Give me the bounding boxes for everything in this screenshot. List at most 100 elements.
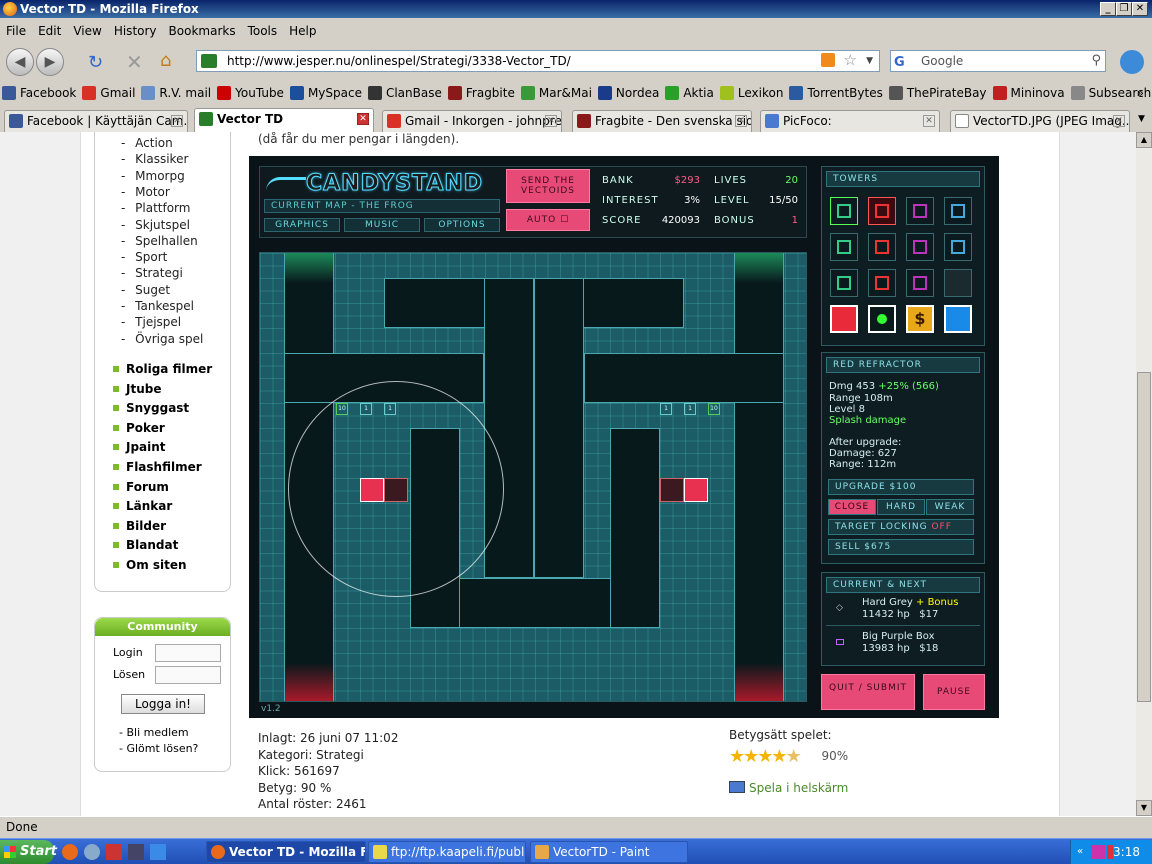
hard-target-button[interactable]: HARD	[877, 499, 925, 515]
star-icon[interactable]: ★	[743, 746, 759, 767]
quicklaunch-icon[interactable]	[106, 844, 122, 860]
close-tab-icon[interactable]: ✕	[357, 113, 369, 125]
bookmark-r-v-mail[interactable]: R.V. mail	[139, 82, 215, 104]
bookmark-myspace[interactable]: MySpace	[288, 82, 366, 104]
tower-button[interactable]	[906, 197, 934, 225]
close-target-button[interactable]: CLOSE	[828, 499, 876, 515]
blue-tower[interactable]: 1	[660, 403, 672, 415]
tower-button[interactable]	[868, 233, 896, 261]
subcategory-link[interactable]: - Motor	[121, 185, 170, 199]
bookmark-mininova[interactable]: Mininova	[991, 82, 1069, 104]
tab-vectortd-jpg[interactable]: VectorTD.JPG (JPEG Imag... ✕	[950, 110, 1130, 132]
close-tab-icon[interactable]: ✕	[923, 115, 935, 127]
auto-button[interactable]: AUTO ☐	[506, 209, 590, 231]
close-tab-icon[interactable]: ✕	[1113, 115, 1125, 127]
tower-button[interactable]	[944, 233, 972, 261]
bookmark-mar-mai[interactable]: Mar&Mai	[519, 82, 596, 104]
music-button[interactable]: MUSIC	[344, 218, 420, 232]
bookmarks-overflow-icon[interactable]: »	[1137, 82, 1144, 104]
bookmark-lexikon[interactable]: Lexikon	[718, 82, 788, 104]
password-input[interactable]	[155, 666, 221, 684]
subcategory-link[interactable]: - Övriga spel	[121, 332, 203, 346]
star-icon[interactable]: ★	[771, 746, 787, 767]
bookmark-facebook[interactable]: Facebook	[0, 82, 80, 104]
red-refractor-tower-selected[interactable]	[360, 478, 384, 502]
page-scrollbar[interactable]: ▲ ▼	[1136, 132, 1152, 816]
tab-vector-td[interactable]: Vector TD ✕	[194, 108, 374, 132]
bonus-tower-button[interactable]: $	[906, 305, 934, 333]
subcategory-link[interactable]: - Action	[121, 136, 173, 150]
subcategory-link[interactable]: - Suget	[121, 283, 170, 297]
url-dropdown-icon[interactable]: ▼	[866, 51, 873, 71]
subcategory-link[interactable]: - Tjejspel	[121, 315, 181, 329]
bookmark-gmail[interactable]: Gmail	[80, 82, 139, 104]
minimize-button[interactable]: _	[1100, 2, 1116, 16]
subcategory-link[interactable]: - Klassiker	[121, 152, 188, 166]
category-link[interactable]: Flashfilmer	[113, 460, 202, 474]
maximize-button[interactable]: ❐	[1116, 2, 1132, 16]
bookmark-torrentbytes[interactable]: TorrentBytes	[787, 82, 886, 104]
menu-tools[interactable]: Tools	[242, 20, 284, 42]
weak-target-button[interactable]: WEAK	[926, 499, 974, 515]
forward-button[interactable]: ▶	[36, 48, 64, 76]
category-link[interactable]: Snyggast	[113, 401, 189, 415]
tower-button[interactable]	[868, 197, 896, 225]
tower-button[interactable]	[944, 197, 972, 225]
login-input[interactable]	[155, 644, 221, 662]
half-star-icon[interactable]: ★	[786, 746, 802, 767]
reload-icon[interactable]: ↻	[88, 52, 103, 73]
bookmark-thepiratebay[interactable]: ThePirateBay	[887, 82, 991, 104]
start-button[interactable]: Start	[0, 840, 57, 864]
category-link[interactable]: Bilder	[113, 519, 166, 533]
subcategory-link[interactable]: - Mmorpg	[121, 169, 185, 183]
category-link[interactable]: Om siten	[113, 558, 187, 572]
tower-button[interactable]	[868, 269, 896, 297]
tower-button[interactable]	[906, 233, 934, 261]
rss-icon[interactable]	[821, 53, 835, 67]
menu-history[interactable]: History	[108, 20, 163, 42]
blue-tower-button[interactable]	[944, 305, 972, 333]
close-window-button[interactable]: ✕	[1132, 2, 1148, 16]
target-locking-button[interactable]: TARGET LOCKING OFF	[828, 519, 974, 535]
login-button[interactable]: Logga in!	[121, 694, 205, 714]
tab-facebook[interactable]: Facebook | Käyttäjän Cam... ✕	[4, 110, 188, 132]
category-link[interactable]: Länkar	[113, 499, 172, 513]
scroll-thumb[interactable]	[1137, 372, 1151, 702]
menu-view[interactable]: View	[67, 20, 107, 42]
menu-edit[interactable]: Edit	[32, 20, 67, 42]
quicklaunch-icon[interactable]	[84, 844, 100, 860]
taskbar-paint[interactable]: VectorTD - Paint	[530, 841, 688, 863]
search-input[interactable]: G Google ⚲	[890, 50, 1106, 72]
quicklaunch-icon[interactable]	[150, 844, 166, 860]
bookmark-youtube[interactable]: YouTube	[215, 82, 288, 104]
category-link[interactable]: Forum	[113, 480, 169, 494]
upgrade-button[interactable]: UPGRADE $100	[828, 479, 974, 495]
bookmark-nordea[interactable]: Nordea	[596, 82, 663, 104]
red-refractor-tower[interactable]	[684, 478, 708, 502]
blue-tower[interactable]: 1	[684, 403, 696, 415]
red-tower[interactable]	[384, 478, 408, 502]
options-button[interactable]: OPTIONS	[424, 218, 500, 232]
subcategory-link[interactable]: - Spelhallen	[121, 234, 198, 248]
tray-icon[interactable]	[1091, 845, 1105, 859]
close-tab-icon[interactable]: ✕	[735, 115, 747, 127]
subcategory-link[interactable]: - Strategi	[121, 266, 183, 280]
category-link[interactable]: Roliga filmer	[113, 362, 212, 376]
taskbar-ftp[interactable]: ftp://ftp.kaapeli.fi/public...	[368, 841, 526, 863]
scroll-down-icon[interactable]: ▼	[1136, 800, 1152, 816]
bookmark-fragbite[interactable]: Fragbite	[446, 82, 519, 104]
category-link[interactable]: Jpaint	[113, 440, 166, 454]
star-icon[interactable]: ★	[729, 746, 745, 767]
menu-help[interactable]: Help	[283, 20, 322, 42]
register-link[interactable]: - Bli medlem	[119, 726, 189, 739]
menu-bookmarks[interactable]: Bookmarks	[163, 20, 242, 42]
game-map[interactable]: 10 1 1 1 1 10	[259, 252, 807, 702]
scroll-up-icon[interactable]: ▲	[1136, 132, 1152, 148]
red-refractor-tower-button[interactable]	[830, 305, 858, 333]
category-link[interactable]: Jtube	[113, 382, 161, 396]
red-tower[interactable]	[660, 478, 684, 502]
sell-button[interactable]: SELL $675	[828, 539, 974, 555]
green-tower[interactable]: 10	[336, 403, 348, 415]
search-icon[interactable]: ⚲	[1091, 51, 1101, 71]
bookmark-clanbase[interactable]: ClanBase	[366, 82, 446, 104]
